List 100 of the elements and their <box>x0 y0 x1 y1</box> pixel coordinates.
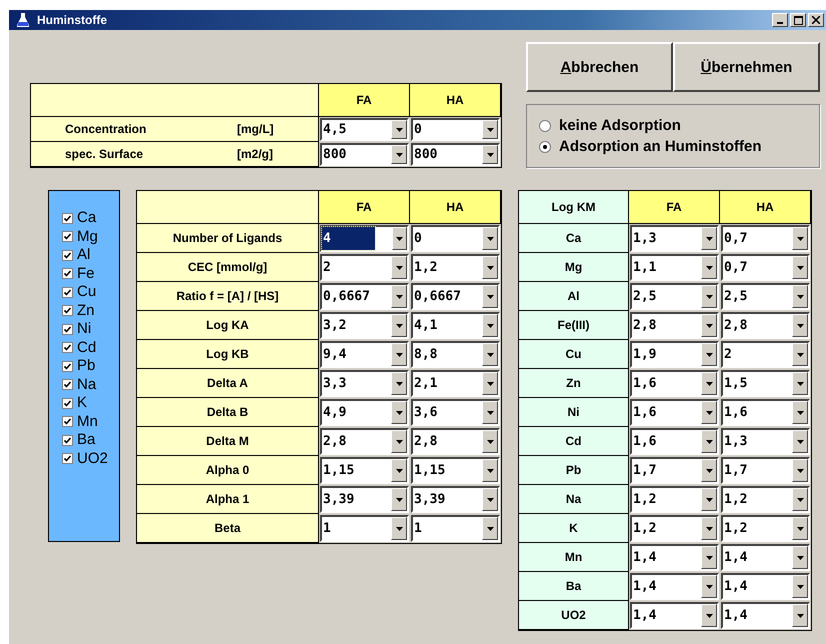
checkbox-label[interactable]: Mg <box>77 228 98 246</box>
dropdown-field[interactable]: 1,4 <box>721 602 810 629</box>
dropdown-field[interactable]: 3,39 <box>320 486 409 513</box>
dropdown-button[interactable] <box>391 372 407 395</box>
dropdown-field[interactable]: 1,6 <box>630 399 719 426</box>
checkbox-label[interactable]: Pb <box>77 357 96 376</box>
dropdown-field[interactable]: 0 <box>411 225 500 252</box>
dropdown-field[interactable]: 2,1 <box>411 370 500 397</box>
checkbox-label[interactable]: UO2 <box>77 450 108 468</box>
option-label[interactable]: Adsorption an Huminstoffen <box>559 138 762 155</box>
dropdown-field[interactable]: 2,8 <box>630 312 719 339</box>
dropdown-button[interactable] <box>482 314 498 337</box>
checkbox-label[interactable]: Ni <box>77 320 92 338</box>
dialog-button[interactable]: Übernehmen <box>673 42 820 92</box>
dropdown-field[interactable]: 2,5 <box>630 283 719 310</box>
dropdown-field[interactable]: 2,8 <box>721 312 810 339</box>
dialog-button[interactable]: Abbrechen <box>526 42 673 92</box>
dropdown-button[interactable] <box>701 227 717 250</box>
dropdown-field[interactable]: 1,5 <box>721 370 810 397</box>
dropdown-button[interactable] <box>792 372 808 395</box>
checkbox[interactable] <box>62 342 73 354</box>
checkbox-label[interactable]: Mn <box>77 412 98 431</box>
minimize-button[interactable] <box>772 13 788 27</box>
dropdown-field[interactable]: 1,4 <box>630 544 719 571</box>
dropdown-field[interactable]: 1,2 <box>630 515 719 542</box>
dropdown-field[interactable]: 1,7 <box>721 457 810 484</box>
dropdown-button[interactable] <box>792 314 808 337</box>
dropdown-button[interactable] <box>701 285 717 308</box>
dropdown-button[interactable] <box>701 343 717 366</box>
dropdown-button[interactable] <box>792 343 808 366</box>
checkbox-label[interactable]: K <box>77 394 88 412</box>
checkbox[interactable] <box>62 286 73 298</box>
dropdown-field[interactable]: 800 <box>320 143 409 166</box>
dropdown-button[interactable] <box>792 546 808 569</box>
checkbox-label[interactable]: Cu <box>77 283 96 302</box>
dropdown-field[interactable]: 1,3 <box>630 225 719 252</box>
dropdown-field[interactable]: 1,7 <box>630 457 719 484</box>
dropdown-field[interactable]: 1,15 <box>320 457 409 484</box>
dropdown-button[interactable] <box>792 285 808 308</box>
checkbox[interactable] <box>62 434 73 446</box>
dropdown-button[interactable] <box>391 401 407 424</box>
checkbox[interactable] <box>62 416 73 428</box>
checkbox-label[interactable]: Ba <box>77 431 96 450</box>
checkbox[interactable] <box>62 212 73 224</box>
checkbox[interactable] <box>62 231 73 242</box>
dropdown-button[interactable] <box>792 401 808 424</box>
dropdown-button[interactable] <box>391 430 407 453</box>
dropdown-button[interactable] <box>792 227 808 250</box>
dropdown-field[interactable]: 2 <box>320 254 409 281</box>
dropdown-field[interactable]: 1,4 <box>721 544 810 571</box>
dropdown-field[interactable]: 1,6 <box>630 428 719 455</box>
dropdown-field[interactable]: 2,5 <box>721 283 810 310</box>
checkbox[interactable] <box>62 305 73 316</box>
dropdown-button[interactable] <box>792 517 808 540</box>
dropdown-button[interactable] <box>701 517 717 540</box>
checkbox-label[interactable]: Al <box>77 246 90 264</box>
dropdown-button[interactable] <box>391 120 407 139</box>
dropdown-button[interactable] <box>392 227 407 250</box>
dropdown-field[interactable]: 1,2 <box>411 254 500 281</box>
dropdown-field[interactable]: 0,7 <box>721 225 810 252</box>
dropdown-button[interactable] <box>792 430 808 453</box>
dropdown-field[interactable]: 1,1 <box>630 254 719 281</box>
dropdown-field[interactable]: 1,9 <box>630 341 719 368</box>
dropdown-button[interactable] <box>391 459 407 482</box>
dropdown-button[interactable] <box>701 575 717 598</box>
dropdown-button[interactable] <box>391 285 407 308</box>
dropdown-button[interactable] <box>482 401 498 424</box>
checkbox-label[interactable]: Na <box>77 376 96 394</box>
dropdown-field[interactable]: 2,8 <box>411 428 500 455</box>
maximize-button[interactable] <box>790 13 806 27</box>
dropdown-field[interactable]: 3,6 <box>411 399 500 426</box>
dropdown-button[interactable] <box>792 575 808 598</box>
radio-button[interactable] <box>539 120 551 132</box>
dropdown-field[interactable]: 0,6667 <box>411 283 500 310</box>
dropdown-button[interactable] <box>482 517 498 540</box>
dropdown-button[interactable] <box>482 459 498 482</box>
dropdown-button[interactable] <box>391 256 407 279</box>
checkbox[interactable] <box>62 398 73 409</box>
dropdown-button[interactable] <box>391 517 407 540</box>
dropdown-button[interactable] <box>391 488 407 511</box>
dropdown-button[interactable] <box>482 343 498 366</box>
dropdown-field[interactable]: 4,1 <box>411 312 500 339</box>
checkbox-label[interactable]: Ca <box>77 209 96 228</box>
dropdown-field[interactable]: 4 <box>320 225 409 252</box>
dropdown-field[interactable]: 9,4 <box>320 341 409 368</box>
dropdown-button[interactable] <box>482 372 498 395</box>
dropdown-button[interactable] <box>792 256 808 279</box>
dropdown-field[interactable]: 1,15 <box>411 457 500 484</box>
dropdown-button[interactable] <box>391 343 407 366</box>
close-button[interactable] <box>808 13 824 27</box>
dropdown-field[interactable]: 2 <box>721 341 810 368</box>
dropdown-button[interactable] <box>792 604 808 627</box>
dropdown-field[interactable]: 3,2 <box>320 312 409 339</box>
dropdown-field[interactable]: 2,8 <box>320 428 409 455</box>
dropdown-field[interactable]: 1,3 <box>721 428 810 455</box>
dropdown-field[interactable]: 1 <box>411 515 500 542</box>
checkbox[interactable] <box>62 268 73 280</box>
checkbox[interactable] <box>62 379 73 390</box>
dropdown-button[interactable] <box>482 120 498 139</box>
dropdown-button[interactable] <box>792 459 808 482</box>
